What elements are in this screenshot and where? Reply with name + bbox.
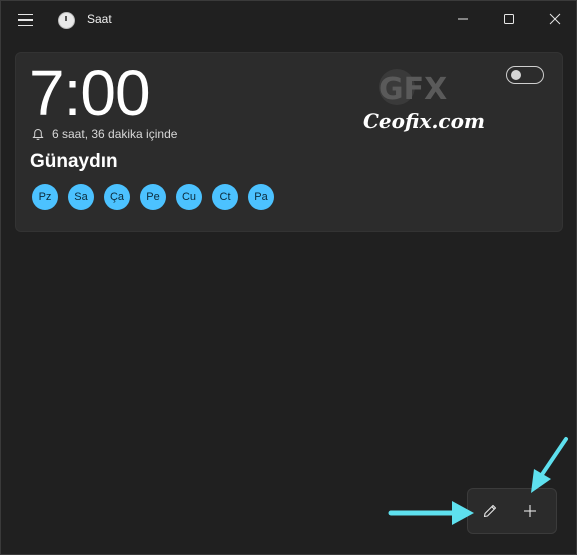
- annotation-arrows: [388, 437, 568, 525]
- app-window: Saat 7:00 6 saat, 36 dakika içinde Günay…: [0, 0, 577, 555]
- arrow-to-add: [531, 437, 568, 493]
- arrow-to-edit: [388, 501, 474, 525]
